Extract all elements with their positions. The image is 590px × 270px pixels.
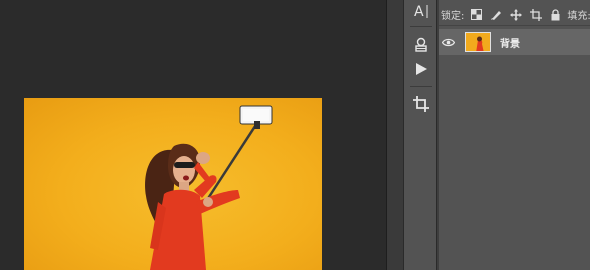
lock-artboard-icon[interactable] bbox=[530, 8, 543, 21]
document-image[interactable] bbox=[24, 98, 322, 270]
3d-cube-icon bbox=[415, 37, 427, 52]
lock-transparent-pixels-icon[interactable] bbox=[471, 9, 483, 21]
lock-image-pixels-icon[interactable] bbox=[490, 9, 502, 21]
panel-edge bbox=[437, 0, 439, 270]
type-icon: A bbox=[414, 4, 428, 19]
lock-row: 锁定: 填充: bbox=[437, 4, 590, 26]
layers-panel: 锁定: 填充: 背景 bbox=[437, 0, 590, 270]
3d-tool[interactable] bbox=[408, 34, 434, 56]
crop-tool[interactable] bbox=[408, 93, 434, 115]
visibility-toggle[interactable] bbox=[437, 29, 459, 55]
layer-thumbnail bbox=[465, 32, 491, 52]
lock-all-icon[interactable] bbox=[550, 8, 561, 21]
layers-list-empty-area bbox=[437, 56, 590, 270]
selfie-photo bbox=[145, 105, 273, 270]
lock-position-icon[interactable] bbox=[510, 8, 523, 21]
eye-icon bbox=[441, 38, 455, 46]
crop-icon bbox=[413, 96, 429, 112]
tool-separator bbox=[410, 26, 432, 27]
tool-separator bbox=[410, 86, 432, 87]
layer-name: 背景 bbox=[500, 38, 520, 50]
canvas-area[interactable] bbox=[0, 0, 386, 270]
svg-text:A: A bbox=[414, 4, 424, 19]
type-tool[interactable]: A bbox=[408, 0, 434, 22]
lock-label: 锁定: bbox=[441, 11, 465, 22]
panel-divider[interactable] bbox=[386, 0, 403, 270]
play-icon bbox=[416, 63, 427, 75]
fill-label: 填充: bbox=[567, 11, 590, 22]
layer-row-background[interactable]: 背景 bbox=[437, 29, 590, 55]
play-button[interactable] bbox=[408, 58, 434, 80]
tool-column: A bbox=[403, 0, 437, 270]
